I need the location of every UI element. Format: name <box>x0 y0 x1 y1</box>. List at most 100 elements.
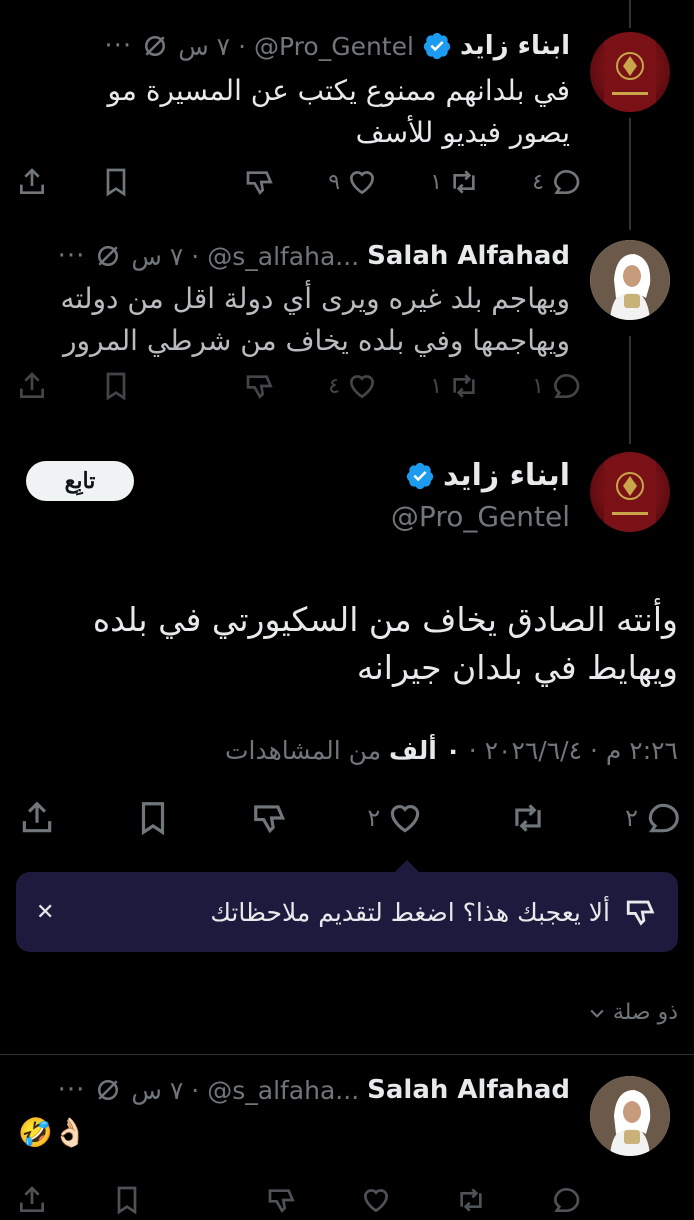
heart-icon <box>364 1189 389 1213</box>
verified-badge-icon <box>423 32 451 60</box>
tweet-time[interactable]: ٧ س <box>131 1076 183 1105</box>
like-button[interactable]: ٩ <box>328 166 378 198</box>
follow-button[interactable]: تابِع <box>26 461 134 501</box>
avatar[interactable] <box>590 32 670 112</box>
author-handle[interactable]: @Pro_Gentel <box>391 500 570 533</box>
dislike-button[interactable] <box>244 166 276 198</box>
dislike-button[interactable] <box>251 799 289 837</box>
reply-button[interactable]: ١ <box>532 370 582 402</box>
tweet-header: Salah Alfahad @s_alfaha... · ٧ س ··· <box>58 1072 570 1108</box>
tweet-actions <box>16 1180 582 1220</box>
tweet-header: Salah Alfahad @s_alfaha... · ٧ س ··· <box>58 238 570 274</box>
dislike-button[interactable] <box>244 370 276 402</box>
share-button[interactable] <box>16 166 48 198</box>
tweet-text-line: ويهايط في بلدان جيرانه <box>356 648 678 687</box>
grok-icon[interactable] <box>93 1075 123 1105</box>
author-handle[interactable]: @s_alfaha... <box>207 242 359 271</box>
thumbs-down-icon <box>268 1189 295 1213</box>
reply-button[interactable]: ٢ <box>625 799 682 837</box>
separator-dot: · <box>191 1075 200 1105</box>
share-icon <box>22 801 52 833</box>
tweet-actions: ٤ ١ ١ <box>16 366 582 406</box>
tweet-text: في بلدانهم ممنوع يكتب عن المسيرة مو يصور… <box>30 70 570 154</box>
retweet-button[interactable] <box>455 1184 487 1216</box>
views-count: ٠ ألف <box>389 736 461 765</box>
like-button[interactable]: ٤ <box>328 370 378 402</box>
tweet-text-line: في بلدانهم ممنوع يكتب عن المسيرة مو <box>107 74 570 107</box>
reply-sort-dropdown[interactable]: ذو صلة <box>587 1000 678 1025</box>
like-count: ٩ <box>328 169 341 195</box>
share-button[interactable] <box>16 1184 48 1216</box>
passport-emblem-icon <box>604 32 656 112</box>
share-icon <box>20 168 44 194</box>
reply-count: ٤ <box>532 169 544 195</box>
retweet-icon <box>460 1188 482 1212</box>
thread-line <box>629 118 631 230</box>
author-name-row: ابناء زايد <box>405 458 570 493</box>
avatar[interactable] <box>590 240 670 320</box>
tweet-text-line: يصور فيديو للأسف <box>355 116 570 149</box>
reply-count: ٢ <box>625 804 638 832</box>
share-button[interactable] <box>16 370 48 402</box>
passport-emblem-icon <box>604 452 656 532</box>
thumbs-down-icon <box>246 171 273 195</box>
divider <box>0 1054 694 1055</box>
tweet-time[interactable]: ٧ س <box>131 242 183 271</box>
bookmark-button[interactable] <box>134 799 172 837</box>
grok-icon[interactable] <box>140 31 170 61</box>
bookmark-icon <box>117 1186 137 1215</box>
reply-button[interactable] <box>550 1184 582 1216</box>
reply-icon <box>553 169 580 194</box>
thumbs-down-icon <box>246 375 273 399</box>
avatar[interactable] <box>590 452 670 532</box>
author-handle[interactable]: @Pro_Gentel <box>254 32 414 61</box>
separator-dot: · <box>238 31 247 61</box>
person-photo-icon <box>590 240 670 320</box>
like-button[interactable] <box>360 1184 392 1216</box>
person-photo-icon <box>590 1076 670 1156</box>
thread-line-top <box>629 0 631 28</box>
retweet-button[interactable]: ١ <box>430 166 480 198</box>
heart-icon <box>350 171 375 195</box>
retweet-button[interactable]: ١ <box>430 370 480 402</box>
author-handle[interactable]: @s_alfaha... <box>207 1076 359 1105</box>
author-name[interactable]: Salah Alfahad <box>367 1075 570 1105</box>
retweet-icon <box>514 804 541 832</box>
reply-icon <box>648 803 679 833</box>
bookmark-icon <box>106 168 126 197</box>
views-label: من المشاهدات <box>225 736 390 765</box>
grok-icon[interactable] <box>93 241 123 271</box>
reply-icon <box>553 1187 580 1212</box>
retweet-button[interactable] <box>503 799 547 837</box>
feedback-prompt[interactable]: ✕ ألا يعجبك هذا؟ اضغط لتقديم ملاحظاتك <box>16 872 678 952</box>
chevron-down-icon <box>590 1009 604 1018</box>
timestamp[interactable]: ٢:٢٦ م · ٢٠٢٦/٦/٤ · <box>461 736 678 765</box>
avatar[interactable] <box>590 1076 670 1156</box>
author-name[interactable]: ابناء زايد <box>460 31 570 61</box>
bookmark-icon <box>106 372 126 401</box>
like-count: ٤ <box>328 373 341 399</box>
tweet-time[interactable]: ٧ س <box>178 32 230 61</box>
verified-badge-icon <box>406 462 434 489</box>
bookmark-button[interactable] <box>100 370 132 402</box>
share-button[interactable] <box>18 799 56 837</box>
like-button[interactable]: ٢ <box>367 799 424 837</box>
feedback-prompt-text: ألا يعجبك هذا؟ اضغط لتقديم ملاحظاتك <box>210 897 610 927</box>
tweet-text-line: وأنته الصادق يخاف من السكيورتي في بلده <box>92 600 678 639</box>
reply-button[interactable]: ٤ <box>532 166 582 198</box>
retweet-count: ١ <box>430 169 443 195</box>
tweet-text-line: ويهاجم بلد غيره ويرى أي دولة اقل من دولت… <box>60 282 570 315</box>
author-name[interactable]: ابناء زايد <box>443 458 570 493</box>
more-options-icon[interactable]: ··· <box>58 241 86 271</box>
bookmark-button[interactable] <box>100 166 132 198</box>
more-options-icon[interactable]: ··· <box>58 1075 86 1105</box>
bookmark-button[interactable] <box>111 1184 143 1216</box>
retweet-icon <box>453 170 475 194</box>
share-icon <box>20 1186 44 1212</box>
more-options-icon[interactable]: ··· <box>104 31 132 61</box>
close-icon[interactable]: ✕ <box>36 900 54 925</box>
author-name[interactable]: Salah Alfahad <box>367 241 570 271</box>
thread-line <box>629 336 631 444</box>
dislike-button[interactable] <box>266 1184 298 1216</box>
share-icon <box>20 372 44 398</box>
